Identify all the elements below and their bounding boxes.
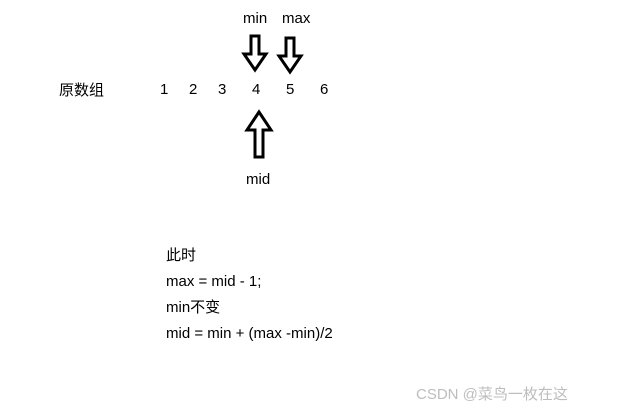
watermark: CSDN @菜鸟一枚在这 [416, 386, 568, 403]
array-item-6: 6 [320, 81, 329, 98]
note-line-4: mid = min + (max -min)/2 [166, 325, 333, 342]
mid-up-arrow-icon [244, 109, 274, 159]
min-down-arrow-icon [241, 34, 269, 73]
note-line-2: max = mid - 1; [166, 273, 262, 290]
array-item-1: 1 [160, 81, 169, 98]
note-line-3: min不变 [166, 299, 221, 316]
note-line-1: 此时 [166, 247, 197, 264]
array-label: 原数组 [59, 82, 105, 99]
array-item-5: 5 [286, 81, 295, 98]
notes-block: 此时 max = mid - 1; min不变 mid = min + (max… [166, 243, 333, 347]
array-item-4: 4 [252, 81, 261, 98]
max-down-arrow-icon [276, 36, 304, 75]
mid-pointer-label: mid [246, 171, 271, 188]
array-item-3: 3 [218, 81, 227, 98]
array-item-2: 2 [189, 81, 198, 98]
pointer-arrows [241, 34, 304, 159]
